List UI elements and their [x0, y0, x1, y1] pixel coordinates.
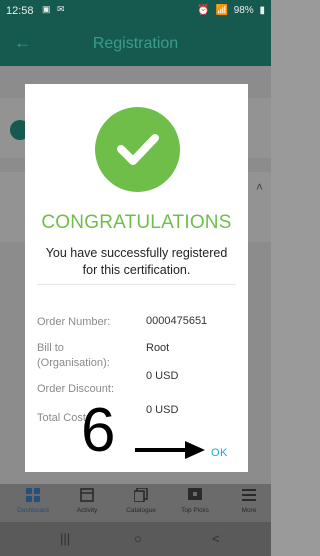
- nav-label: More: [241, 507, 257, 514]
- annotation-arrow-icon: [135, 441, 205, 459]
- battery-percent: 98%: [233, 5, 254, 16]
- nav-label: Top Picks: [181, 507, 209, 514]
- annotation-step-number: 6: [81, 396, 116, 465]
- nav-label: Activity: [76, 507, 98, 514]
- activity-icon: [80, 488, 94, 502]
- status-right-icons: ⏰ 📶 98% ▮: [194, 5, 265, 16]
- nav-item-more[interactable]: More: [222, 484, 276, 522]
- nav-item-dashboard[interactable]: Dashboard: [6, 484, 60, 522]
- divider: [37, 284, 236, 285]
- signal-icon: 📶: [215, 5, 228, 16]
- alarm-icon: ⏰: [197, 5, 210, 16]
- nav-label: Dashboard: [17, 507, 49, 514]
- notification-icons: ▣ ✉: [42, 4, 67, 14]
- menu-icon: [242, 489, 256, 501]
- chevron-up-icon: ˄: [256, 180, 264, 194]
- nav-item-activity[interactable]: Activity: [60, 484, 114, 522]
- dialog-title: CONGRATULATIONS: [41, 212, 232, 233]
- battery-icon: ▮: [259, 5, 265, 16]
- ok-button[interactable]: OK: [211, 447, 228, 459]
- status-time: 12:58: [6, 5, 34, 17]
- nav-item-catalogue[interactable]: Catalogue: [114, 484, 168, 522]
- total-cost-value: 0 USD: [146, 404, 179, 416]
- order-number-value: 0000475651: [146, 315, 208, 327]
- bill-to-label: Bill to (Organisation):: [37, 342, 110, 369]
- status-bar: 12:58 ▣ ✉ ⏰ 📶 98% ▮: [0, 0, 271, 22]
- dashboard-icon: [26, 488, 40, 502]
- order-discount-label: Order Discount:: [37, 383, 115, 395]
- recents-button[interactable]: |||: [60, 531, 70, 546]
- app-bar: ← Registration: [0, 22, 271, 66]
- catalogue-icon: [134, 488, 148, 502]
- nav-label: Catalogue: [126, 507, 156, 514]
- top-picks-icon: [188, 488, 202, 500]
- nav-item-top-picks[interactable]: Top Picks: [168, 484, 222, 522]
- back-button[interactable]: <: [212, 531, 220, 546]
- page-title: Registration: [92, 35, 179, 52]
- system-navigation-bar: ||| ○ <: [0, 522, 271, 556]
- order-number-label: Order Number:: [37, 316, 111, 328]
- order-discount-value: 0 USD: [146, 370, 179, 382]
- success-check-icon: [95, 107, 180, 192]
- bill-to-value: Root: [146, 342, 170, 354]
- dialog-message: You have successfully registered for thi…: [45, 246, 228, 277]
- bottom-navigation: Dashboard Activity Catalogue Top Picks M…: [0, 484, 271, 522]
- registration-success-dialog: CONGRATULATIONS You have successfully re…: [25, 84, 248, 472]
- home-button[interactable]: ○: [134, 531, 142, 546]
